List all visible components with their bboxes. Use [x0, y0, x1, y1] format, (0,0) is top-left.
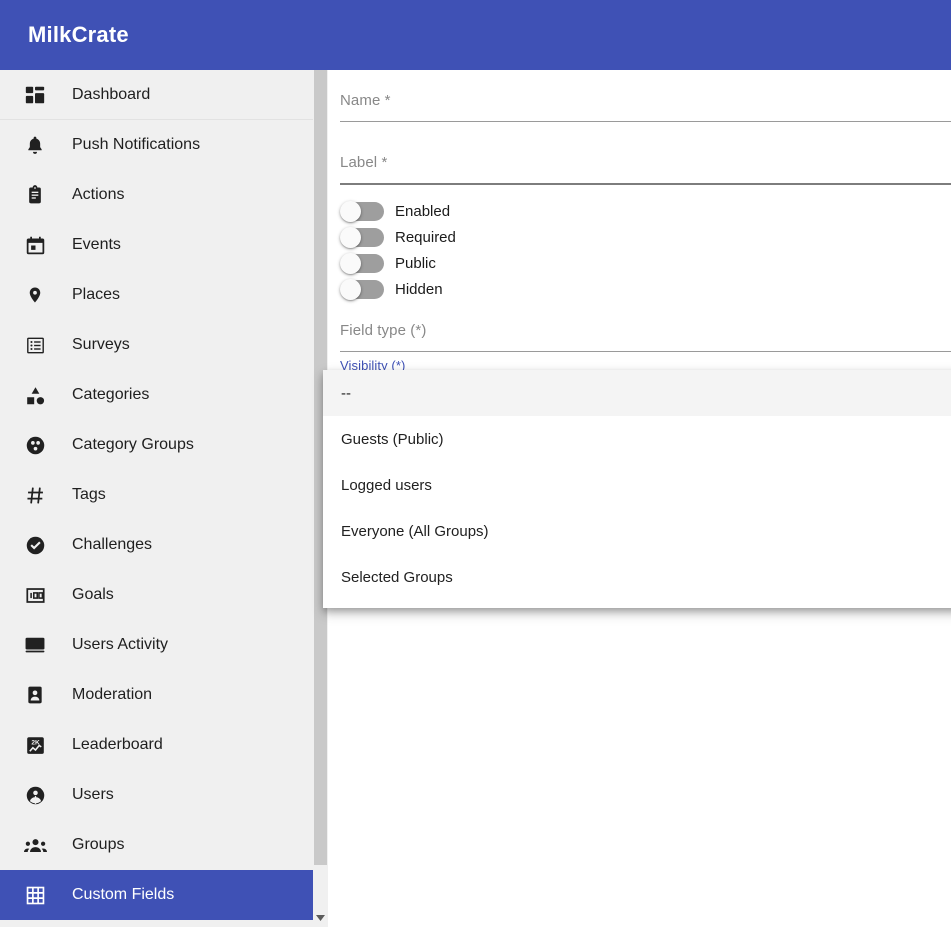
- sidebar-item-custom-fields[interactable]: Custom Fields: [0, 870, 313, 920]
- field-type-label: Field type (*): [340, 322, 427, 339]
- sidebar-item-surveys[interactable]: Surveys: [0, 320, 313, 370]
- app-header: MilkCrate: [0, 0, 951, 70]
- sidebar-nav-list: Dashboard Push Notifications Actions Events…: [0, 70, 313, 920]
- field-type-underline: [340, 351, 951, 352]
- leaderboard-2k-icon: 2K: [22, 732, 48, 758]
- sidebar-item-leaderboard[interactable]: 2K Leaderboard: [0, 720, 313, 770]
- sidebar-item-users-activity[interactable]: Users Activity: [0, 620, 313, 670]
- sidebar-item-dashboard[interactable]: Dashboard: [0, 70, 313, 120]
- shapes-icon: [22, 382, 48, 408]
- name-field-underline: [340, 121, 951, 122]
- sidebar-item-users[interactable]: Users: [0, 770, 313, 820]
- name-field-label: Name *: [340, 92, 391, 109]
- field-type-select-wrapper[interactable]: Field type (*): [340, 322, 951, 352]
- map-pin-icon: [22, 282, 48, 308]
- sidebar-item-label: Users Activity: [72, 636, 169, 653]
- sidebar-item-category-groups[interactable]: Category Groups: [0, 420, 313, 470]
- toggle-switch-icon[interactable]: [340, 227, 384, 248]
- dropdown-option[interactable]: Everyone (All Groups): [323, 508, 951, 554]
- switch-knob: [340, 279, 361, 300]
- toggle-required[interactable]: Required: [340, 224, 456, 250]
- sidebar-item-label: Tags: [72, 486, 106, 503]
- dropdown-option[interactable]: Guests (Public): [323, 416, 951, 462]
- label-field-label: Label *: [340, 154, 388, 171]
- sidebar-item-label: Categories: [72, 386, 150, 403]
- sidebar-item-challenges[interactable]: Challenges: [0, 520, 313, 570]
- badge-person-icon: [22, 682, 48, 708]
- toggle-enabled[interactable]: Enabled: [340, 198, 456, 224]
- counter-100-icon: [22, 582, 48, 608]
- sidebar-item-actions[interactable]: Actions: [0, 170, 313, 220]
- sidebar-item-label: Users: [72, 786, 114, 803]
- app-root: MilkCrate Dashboard Push Notifications Act…: [0, 0, 951, 927]
- hash-icon: [22, 482, 48, 508]
- dropdown-option[interactable]: Selected Groups: [323, 554, 951, 600]
- sidebar-item-label: Surveys: [72, 336, 130, 353]
- visibility-dropdown-menu[interactable]: -- Guests (Public) Logged users Everyone (A…: [323, 370, 951, 608]
- toggle-public[interactable]: Public: [340, 250, 456, 276]
- sidebar-item-label: Groups: [72, 836, 125, 853]
- card-icon: [22, 632, 48, 658]
- label-field-underline: [340, 183, 951, 185]
- switch-knob: [340, 201, 361, 222]
- people-group-icon: [22, 832, 48, 858]
- toggle-switch-icon[interactable]: [340, 201, 384, 222]
- dropdown-option[interactable]: Logged users: [323, 462, 951, 508]
- sidebar-item-label: Goals: [72, 586, 114, 603]
- sidebar-item-push-notifications[interactable]: Push Notifications: [0, 120, 313, 170]
- toggle-switch-icon[interactable]: [340, 279, 384, 300]
- sidebar-item-label: Category Groups: [72, 436, 194, 453]
- sidebar-item-label: Actions: [72, 186, 125, 203]
- toggle-group: Enabled Required Public Hidden: [340, 198, 456, 302]
- toggle-hidden[interactable]: Hidden: [340, 276, 456, 302]
- bell-icon: [22, 132, 48, 158]
- app-title: MilkCrate: [28, 22, 129, 47]
- toggle-label: Required: [395, 228, 456, 246]
- switch-knob: [340, 227, 361, 248]
- toggle-label: Public: [395, 254, 436, 272]
- sidebar-item-places[interactable]: Places: [0, 270, 313, 320]
- user-circle-icon: [22, 782, 48, 808]
- grid-table-icon: [22, 882, 48, 908]
- sidebar-item-moderation[interactable]: Moderation: [0, 670, 313, 720]
- dashboard-icon: [22, 82, 48, 108]
- sidebar-item-label: Places: [72, 286, 121, 303]
- sidebar-item-label: Dashboard: [72, 86, 151, 103]
- label-field-wrapper[interactable]: Label *: [340, 154, 951, 185]
- sidebar-item-groups[interactable]: Groups: [0, 820, 313, 870]
- sidebar-item-label: Leaderboard: [72, 736, 163, 753]
- clipboard-icon: [22, 182, 48, 208]
- sidebar: Dashboard Push Notifications Actions Events…: [0, 70, 313, 927]
- circle-dots-icon: [22, 432, 48, 458]
- list-box-icon: [22, 332, 48, 358]
- sidebar-item-label: Custom Fields: [72, 886, 175, 903]
- scrollbar-down-arrow-icon[interactable]: [313, 911, 328, 925]
- sidebar-item-label: Challenges: [72, 536, 153, 553]
- toggle-switch-icon[interactable]: [340, 253, 384, 274]
- sidebar-item-label: Events: [72, 236, 121, 253]
- calendar-icon: [22, 232, 48, 258]
- sidebar-item-categories[interactable]: Categories: [0, 370, 313, 420]
- switch-knob: [340, 253, 361, 274]
- sidebar-item-tags[interactable]: Tags: [0, 470, 313, 520]
- sidebar-item-events[interactable]: Events: [0, 220, 313, 270]
- check-circle-icon: [22, 532, 48, 558]
- sidebar-item-goals[interactable]: Goals: [0, 570, 313, 620]
- sidebar-item-label: Moderation: [72, 686, 153, 703]
- name-field-wrapper[interactable]: Name *: [340, 92, 951, 122]
- toggle-label: Enabled: [395, 202, 451, 220]
- sidebar-item-label: Push Notifications: [72, 136, 201, 153]
- toggle-label: Hidden: [395, 280, 443, 298]
- dropdown-option[interactable]: --: [323, 370, 951, 416]
